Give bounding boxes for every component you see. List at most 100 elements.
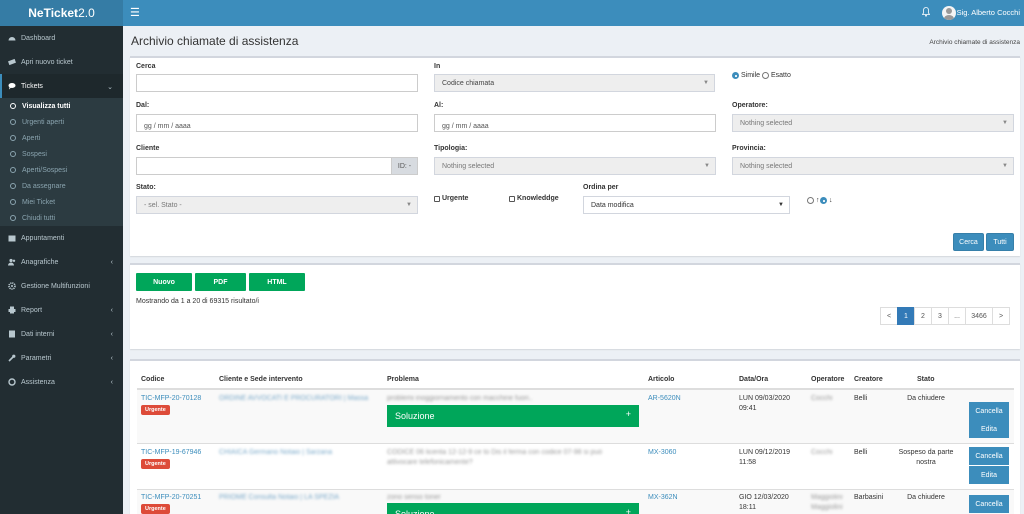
problem-text: CODICE 06 licenta 12-12-9 ce to Dis il f… [387, 449, 603, 466]
cog-icon [8, 282, 16, 290]
radio-label: Simile [741, 72, 761, 79]
sidebar-item-anagrafiche[interactable]: Anagrafiche ‹ [0, 250, 123, 274]
page-button-1[interactable]: 1 [897, 307, 915, 325]
sidebar-item-parametri[interactable]: Parametri ‹ [0, 346, 123, 370]
tutti-button[interactable]: Tutti [986, 233, 1014, 251]
search-input[interactable] [136, 74, 418, 92]
client-link[interactable]: ORDINE AVVOCATI E PROCURATORI | Massa [219, 394, 379, 404]
provincia-label: Provincia: [732, 145, 766, 152]
edit-button[interactable]: Edita [969, 466, 1009, 484]
user-name[interactable]: Sig. Alberto Cocchi [957, 7, 1020, 19]
submenu-item-chiudi-tutti[interactable]: Chiudi tutti [0, 210, 123, 226]
article-link[interactable]: MX-362N [648, 493, 678, 503]
date-to-input[interactable]: gg / mm / aaaa [434, 114, 716, 132]
column-header-data-ora[interactable]: Data/Ora [739, 376, 768, 383]
comments-icon [8, 82, 16, 90]
circle-icon [10, 103, 16, 109]
sidebar-item-label: Assistenza [21, 378, 55, 386]
circle-icon [10, 215, 16, 221]
submenu-item-aperti-sospesi[interactable]: Aperti/Sospesi [0, 162, 123, 178]
sidebar-item-dashboard[interactable]: Dashboard [0, 26, 123, 50]
client-link[interactable]: CHIAICA Germano Notaio | Sarzana [219, 448, 379, 458]
cliente-input[interactable] [136, 157, 392, 175]
breadcrumb[interactable]: Archivio chiamate di assistenza [929, 39, 1020, 46]
bell-icon[interactable] [922, 7, 930, 17]
user-avatar[interactable] [942, 6, 956, 20]
ticket-code-link[interactable]: TIC-MFP-19-67946 [141, 448, 201, 458]
sort-asc-radio[interactable]: ↑ [807, 197, 820, 204]
article-link[interactable]: AR-5620N [648, 394, 681, 404]
page-prev-button[interactable]: < [880, 307, 898, 325]
knowleddge-checkbox[interactable]: Knowleddge [509, 195, 559, 202]
column-header-creatore[interactable]: Creatore [854, 376, 883, 383]
submenu-item-miei-ticket[interactable]: Miei Ticket [0, 194, 123, 210]
ticket-code-link[interactable]: TIC-MFP-20-70128 [141, 394, 201, 404]
submenu-item-da-assegnare[interactable]: Da assegnare [0, 178, 123, 194]
submenu-item-urgenti-aperti[interactable]: Urgenti aperti [0, 114, 123, 130]
html-button[interactable]: HTML [249, 273, 305, 291]
ticket-code-link[interactable]: TIC-MFP-20-70251 [141, 493, 201, 503]
article-link[interactable]: MX-3060 [648, 448, 676, 458]
ordina-select[interactable]: Data modifica ▼ [583, 196, 790, 214]
solution-toggle[interactable]: Soluzione + [387, 503, 639, 514]
sidebar-item-label: Dashboard [21, 34, 56, 42]
operator-text: Cocchi [811, 395, 833, 402]
submenu-label: Sospesi [22, 150, 47, 158]
edit-button[interactable]: Edita [969, 420, 1009, 438]
date-from-input[interactable]: gg / mm / aaaa [136, 114, 418, 132]
sidebar-item-assistenza[interactable]: Assistenza ‹ [0, 370, 123, 394]
tipologia-select[interactable]: Nothing selected ▼ [434, 157, 716, 175]
page-button-last[interactable]: 3466 [965, 307, 993, 325]
column-header-operatore[interactable]: Operatore [811, 376, 844, 383]
column-header-problema[interactable]: Problema [387, 376, 419, 383]
nuovo-button[interactable]: Nuovo [136, 273, 192, 291]
dashboard-icon [8, 34, 16, 42]
submenu-item-sospesi[interactable]: Sospesi [0, 146, 123, 162]
pdf-button[interactable]: PDF [195, 273, 246, 291]
creator-text: Belli [854, 449, 868, 456]
radio-unchecked-icon [807, 197, 814, 204]
radio-esatto[interactable]: Esatto [762, 72, 791, 79]
provincia-select[interactable]: Nothing selected ▼ [732, 157, 1014, 175]
sidebar-item-gestione-multifunzioni[interactable]: Gestione Multifunzioni [0, 274, 123, 298]
app-logo[interactable]: NeTicket 2.0 [0, 0, 123, 26]
cancel-button[interactable]: Cancella [969, 447, 1009, 465]
cancel-button[interactable]: Cancella [969, 402, 1009, 420]
cancel-button[interactable]: Cancella [969, 495, 1009, 513]
operatore-select[interactable]: Nothing selected ▼ [732, 114, 1014, 132]
menu-toggle-icon[interactable]: ☰ [130, 6, 140, 20]
page-next-button[interactable]: > [992, 307, 1010, 325]
page-button-2[interactable]: 2 [914, 307, 932, 325]
client-link[interactable]: PRIOME Consulta Notaio | LA SPEZIA [219, 493, 379, 503]
problem-text: zono senso toner [387, 494, 441, 501]
sidebar-item-tickets[interactable]: Tickets ⌄ [0, 74, 123, 98]
select-value: Nothing selected [740, 119, 793, 127]
caret-down-icon: ▼ [1002, 120, 1008, 126]
arrow-up-icon: ↑ [816, 197, 820, 204]
column-header-stato[interactable]: Stato [917, 376, 935, 383]
column-header-codice[interactable]: Codice [141, 376, 164, 383]
top-navbar: ☰ Sig. Alberto Cocchi [123, 0, 1024, 26]
submenu-item-visualizza-tutti[interactable]: Visualizza tutti [0, 98, 123, 114]
urgente-checkbox[interactable]: Urgente [434, 195, 468, 202]
search-field-select[interactable]: Codice chiamata ▼ [434, 74, 715, 92]
select-value: Nothing selected [442, 162, 495, 170]
sidebar-item-new-ticket[interactable]: Apri nuovo ticket [0, 50, 123, 74]
urgent-badge: Urgente [141, 459, 170, 469]
page-button-3[interactable]: 3 [931, 307, 949, 325]
cerca-button[interactable]: Cerca [953, 233, 984, 251]
wrench-icon [8, 354, 16, 362]
column-header-cliente[interactable]: Cliente e Sede intervento [219, 376, 303, 383]
radio-simile[interactable]: Simile [732, 72, 760, 79]
solution-toggle[interactable]: Soluzione + [387, 405, 639, 427]
sidebar-item-report[interactable]: Report ‹ [0, 298, 123, 322]
caret-down-icon: ▼ [703, 80, 709, 86]
column-header-articolo[interactable]: Articolo [648, 376, 674, 383]
sidebar-item-dati-interni[interactable]: Dati interni ‹ [0, 322, 123, 346]
stato-select[interactable]: - sel. Stato - ▼ [136, 196, 418, 214]
sort-desc-radio[interactable]: ↓ [820, 197, 833, 204]
circle-icon [10, 135, 16, 141]
radio-label: Esatto [771, 72, 791, 79]
submenu-item-aperti[interactable]: Aperti [0, 130, 123, 146]
sidebar-item-appuntamenti[interactable]: Appuntamenti [0, 226, 123, 250]
